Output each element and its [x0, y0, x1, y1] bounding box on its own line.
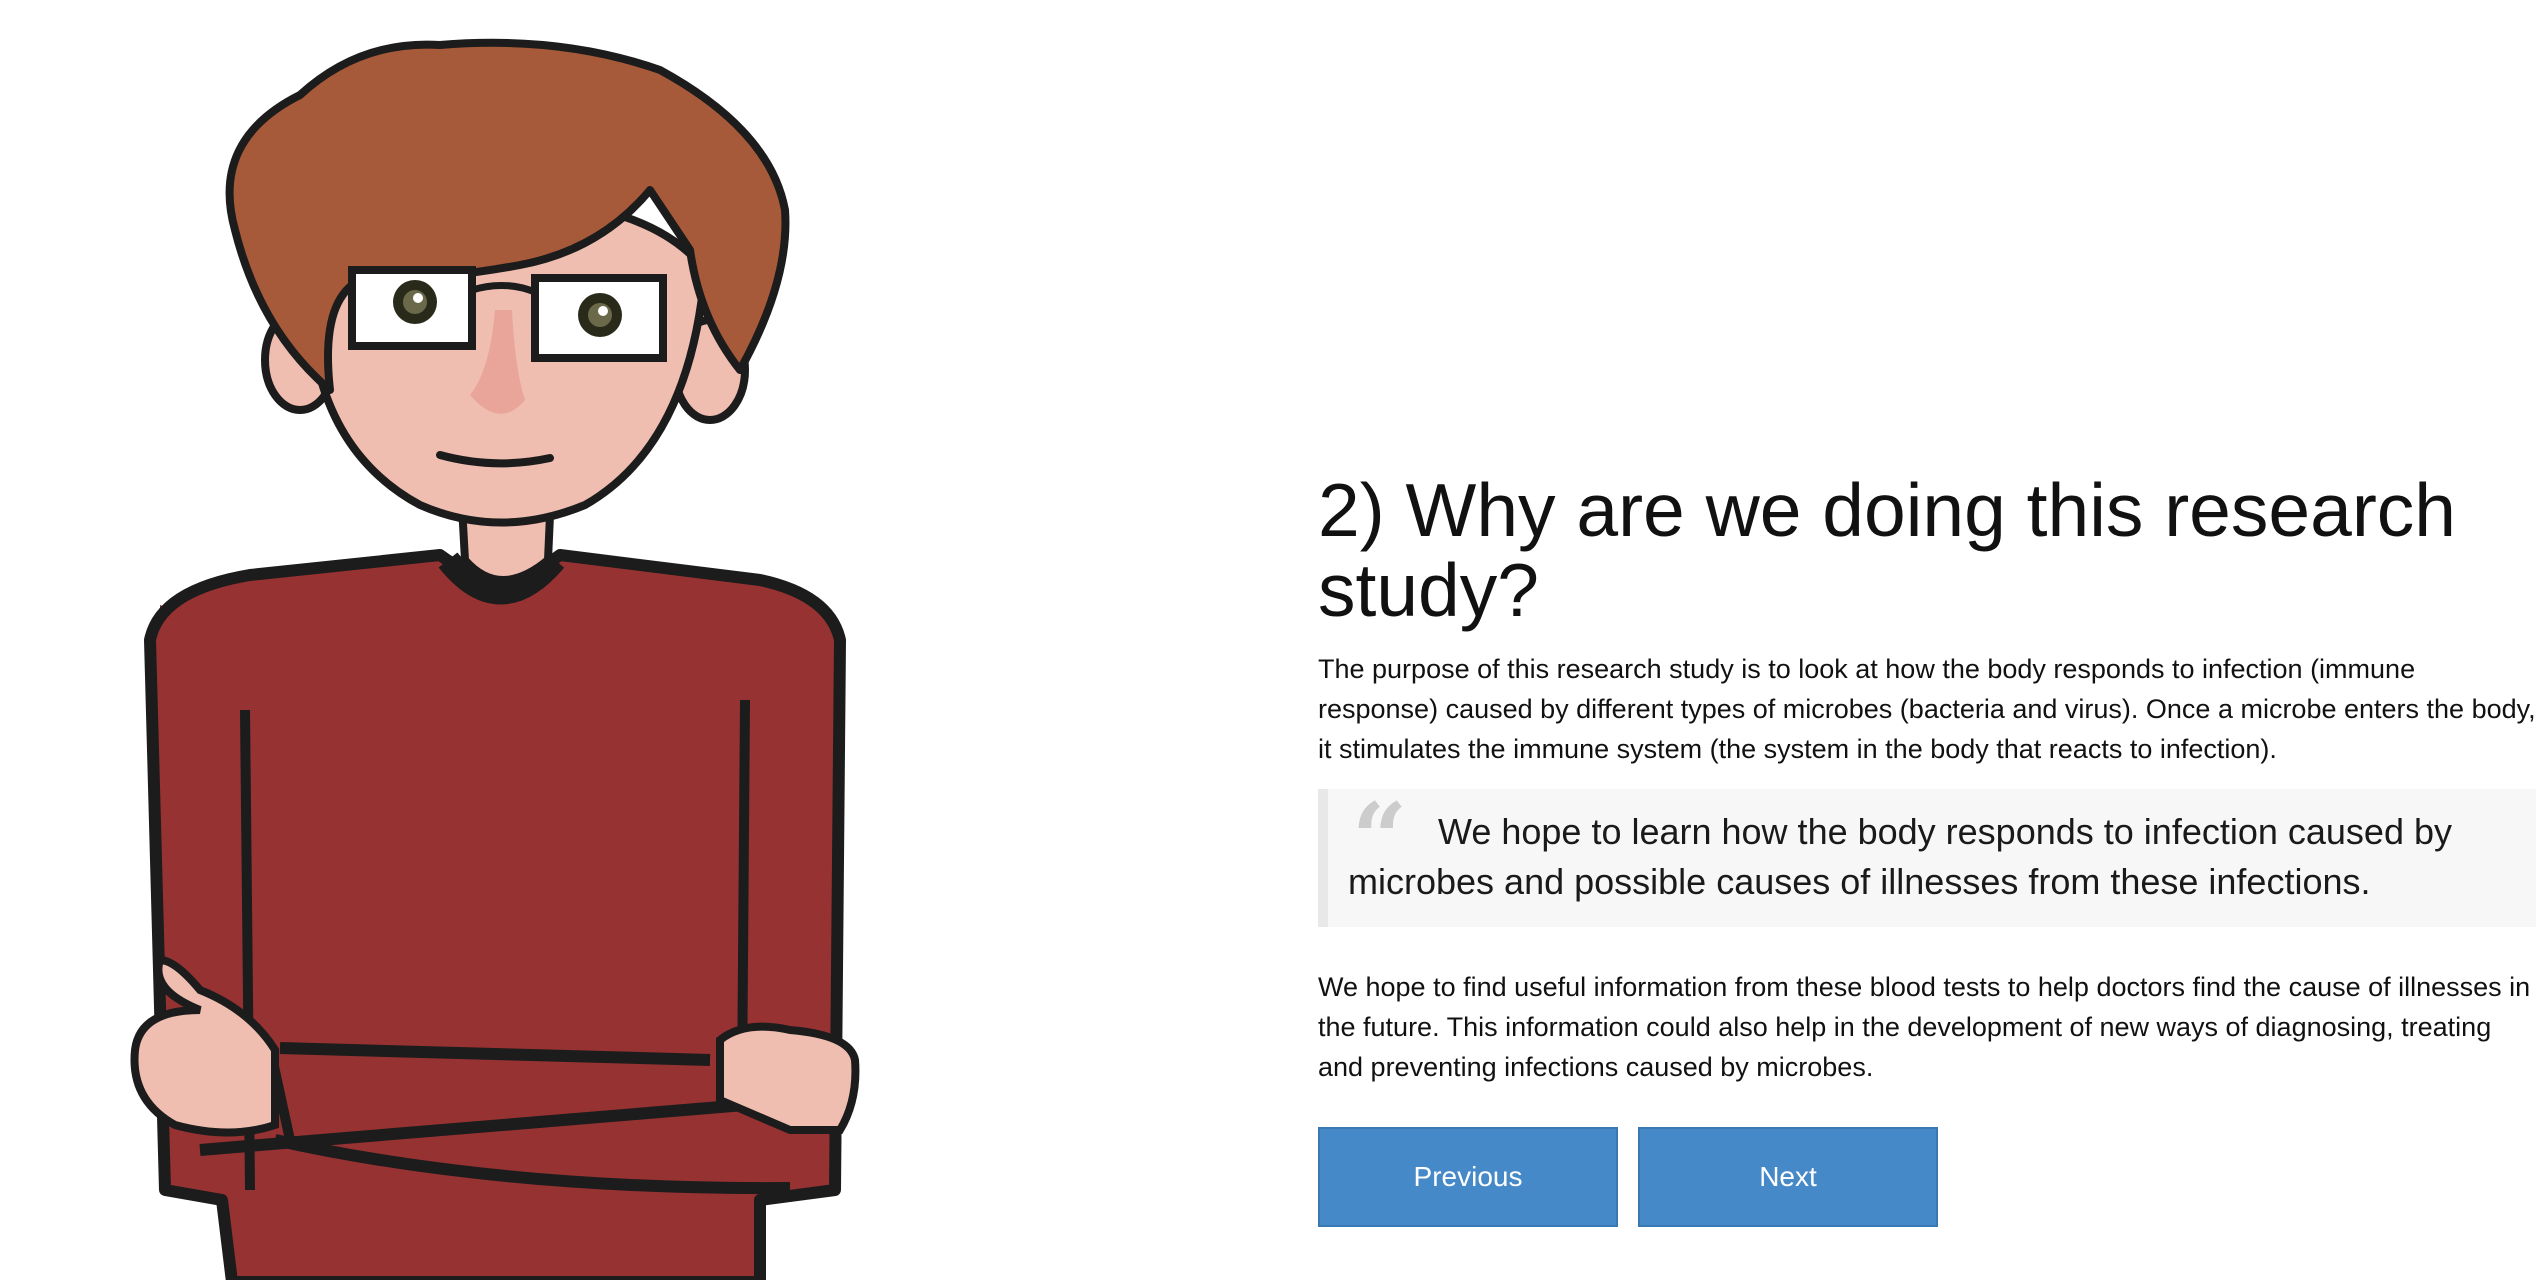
- navigation-buttons: Previous Next: [1318, 1127, 2536, 1227]
- next-button[interactable]: Next: [1638, 1127, 1938, 1227]
- purpose-paragraph: The purpose of this research study is to…: [1318, 654, 2536, 764]
- page-title: 2) Why are we doing this research study?: [1318, 468, 2457, 632]
- quote-icon: “: [1352, 782, 1408, 895]
- quote-text: We hope to learn how the body responds t…: [1348, 811, 2452, 902]
- blockquote: “ We hope to learn how the body responds…: [1318, 789, 2536, 927]
- character-illustration: [130, 38, 860, 1280]
- previous-button[interactable]: Previous: [1318, 1127, 1618, 1227]
- content-panel: 2) Why are we doing this research study?…: [1318, 470, 2536, 1227]
- hope-paragraph: We hope to find useful information from …: [1318, 972, 2531, 1082]
- page: 2) Why are we doing this research study?…: [0, 0, 2548, 1280]
